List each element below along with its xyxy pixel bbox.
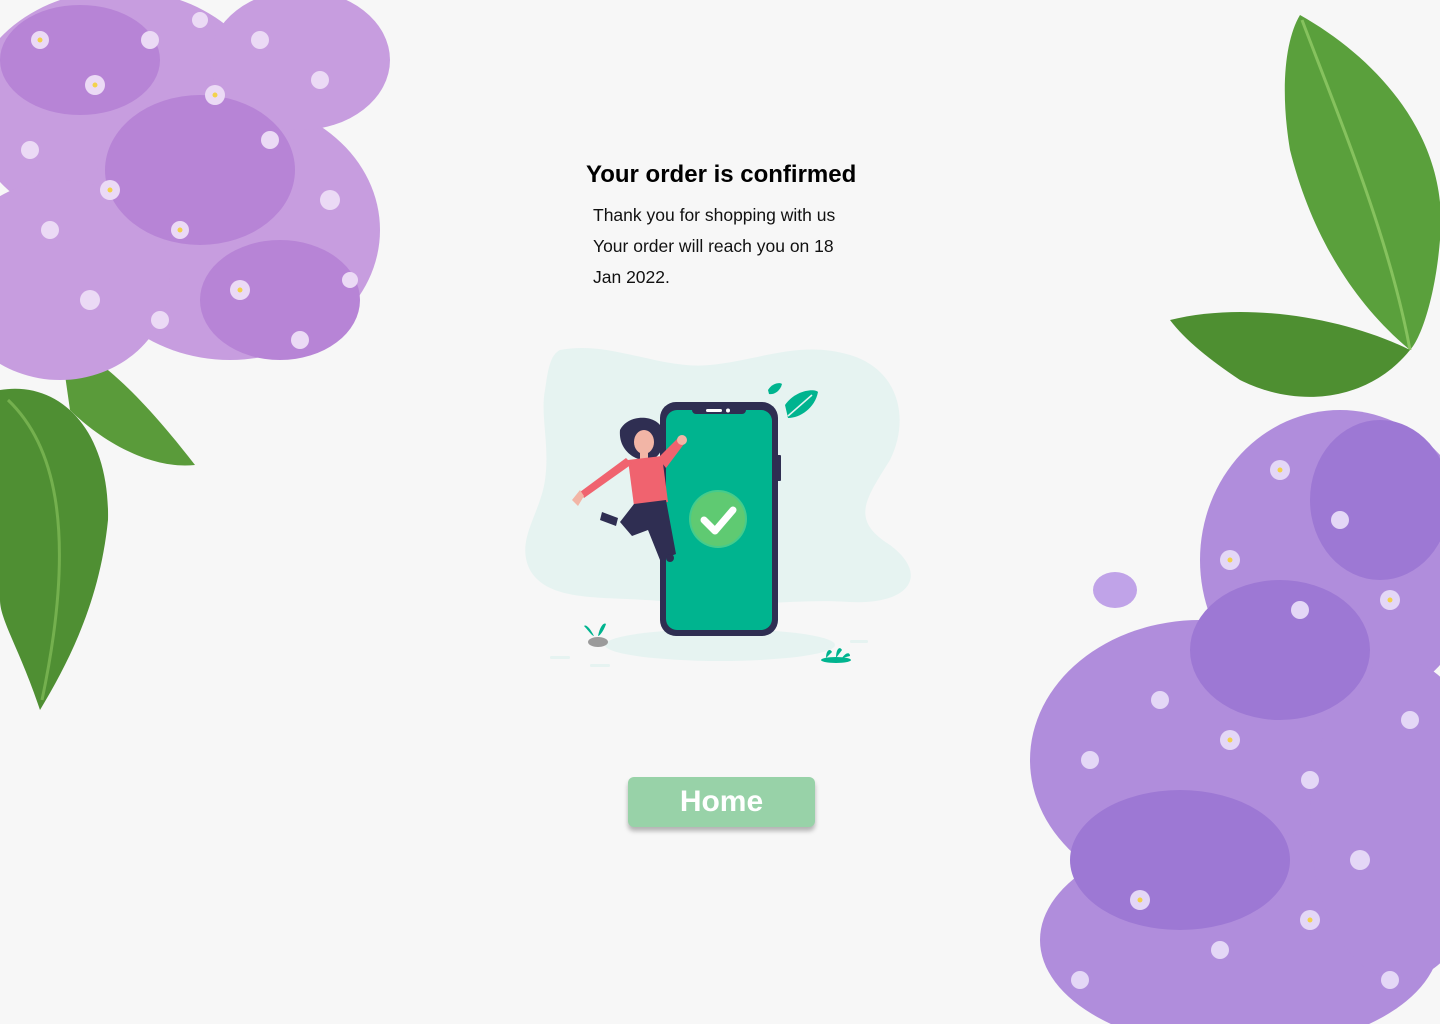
thank-you-text: Thank you for shopping with us [593,205,836,225]
order-confirmed-illustration [525,347,911,667]
home-button[interactable]: Home [628,777,815,827]
check-icon [689,490,747,548]
page-title: Your order is confirmed [586,161,857,188]
lilac-decoration-right [1030,15,1440,1024]
delivery-date-text: Your order will reach you on 18 Jan 2022… [593,236,834,287]
plant-icon [584,623,608,647]
confirmation-message: Thank you for shopping with us Your orde… [593,200,858,293]
lilac-decoration-left [0,0,390,710]
